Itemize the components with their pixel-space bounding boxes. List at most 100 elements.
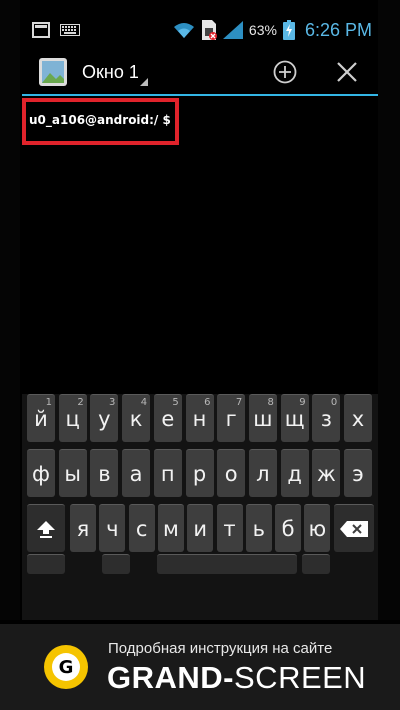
keyboard-row-2: фывапролджэ xyxy=(22,449,378,499)
bottom-row-key[interactable] xyxy=(102,554,130,574)
banner-caption: Подробная инструкция на сайте xyxy=(108,640,333,657)
shift-key[interactable] xyxy=(27,504,65,552)
key-1-10[interactable]: э xyxy=(344,449,372,497)
key-2-5[interactable]: т xyxy=(216,504,243,552)
brand-bold-part: GRAND- xyxy=(107,660,234,695)
key-0-2[interactable]: у3 xyxy=(90,394,119,442)
brand-regular-part: SCREEN xyxy=(234,660,367,695)
key-hint: 7 xyxy=(235,397,243,408)
key-0-0[interactable]: й1 xyxy=(27,394,55,442)
prompt-highlight-box: u0_a106@android:/ $ xyxy=(22,98,179,145)
key-0-7[interactable]: ш8 xyxy=(248,394,277,442)
bottom-row-key[interactable] xyxy=(302,554,330,574)
key-label: ц xyxy=(65,406,80,431)
key-label: у xyxy=(98,406,111,431)
key-hint: 4 xyxy=(140,397,148,408)
key-hint: 0 xyxy=(330,397,338,408)
key-label: ч xyxy=(106,516,119,541)
key-label: з xyxy=(320,406,332,431)
key-1-1[interactable]: ы xyxy=(58,449,87,497)
screen-edge-right xyxy=(378,0,400,620)
key-1-8[interactable]: д xyxy=(280,449,309,497)
dropdown-corner-icon[interactable] xyxy=(140,78,148,86)
battery-charging-icon xyxy=(282,20,295,40)
action-bar: Окно 1 xyxy=(22,50,378,96)
phone-screen: 63% 6:26 PM Окно 1 u0_a106@android:/ $ й… xyxy=(0,0,400,710)
add-window-icon[interactable] xyxy=(272,59,298,85)
key-2-2[interactable]: с xyxy=(128,504,155,552)
key-label: т xyxy=(223,516,236,541)
key-1-9[interactable]: ж xyxy=(312,449,341,497)
key-hint: 2 xyxy=(77,397,84,408)
logo-letter: G xyxy=(52,653,80,681)
wifi-icon xyxy=(173,21,195,39)
key-1-6[interactable]: о xyxy=(217,449,246,497)
key-1-7[interactable]: л xyxy=(248,449,277,497)
key-label: а xyxy=(129,461,143,486)
key-2-1[interactable]: ч xyxy=(99,504,126,552)
grand-screen-logo-icon: G xyxy=(44,645,88,689)
bottom-row-key[interactable] xyxy=(157,554,297,574)
on-screen-keyboard: й1ц2у3к4е5н6г7ш8щ9з0х фывапролджэ ячсмит… xyxy=(22,394,378,620)
screenshot-icon xyxy=(32,22,50,38)
key-0-8[interactable]: щ9 xyxy=(280,394,309,442)
keyboard-row-3: ячсмитьбю xyxy=(22,504,378,554)
key-0-3[interactable]: к4 xyxy=(122,394,151,442)
key-label: ю xyxy=(308,516,327,541)
battery-percent: 63% xyxy=(248,22,277,38)
shift-icon xyxy=(37,520,55,538)
no-sim-icon xyxy=(201,19,217,41)
key-2-4[interactable]: и xyxy=(187,504,214,552)
terminal-output[interactable]: u0_a106@android:/ $ xyxy=(22,98,378,390)
keyboard-row-1: й1ц2у3к4е5н6г7ш8щ9з0х xyxy=(22,394,378,444)
key-label: с xyxy=(135,516,148,541)
key-2-8[interactable]: ю xyxy=(304,504,331,552)
clock: 6:26 PM xyxy=(304,19,372,40)
key-label: н xyxy=(192,406,207,431)
key-2-3[interactable]: м xyxy=(157,504,184,552)
key-0-10[interactable]: х xyxy=(344,394,372,442)
window-title[interactable]: Окно 1 xyxy=(82,62,139,83)
status-left-icons xyxy=(22,22,80,38)
key-label: г xyxy=(225,406,237,431)
keyboard-row-4 xyxy=(22,554,378,604)
status-right-icons: 63% 6:26 PM xyxy=(173,19,378,41)
key-label: ь xyxy=(252,516,265,541)
key-1-0[interactable]: ф xyxy=(27,449,55,497)
key-label: и xyxy=(193,516,208,541)
key-hint: 5 xyxy=(172,397,179,408)
key-0-1[interactable]: ц2 xyxy=(58,394,87,442)
key-2-6[interactable]: ь xyxy=(245,504,272,552)
key-label: м xyxy=(162,516,179,541)
key-label: в xyxy=(98,461,111,486)
key-0-9[interactable]: з0 xyxy=(312,394,341,442)
watermark-banner: G Подробная инструкция на сайте GRAND-SC… xyxy=(0,624,400,710)
key-hint: 3 xyxy=(109,397,116,408)
key-1-3[interactable]: а xyxy=(122,449,151,497)
key-label: к xyxy=(129,406,143,431)
bottom-row-key[interactable] xyxy=(27,554,65,574)
key-0-5[interactable]: н6 xyxy=(185,394,214,442)
key-label: х xyxy=(351,406,365,431)
key-label: б xyxy=(281,516,295,541)
key-2-7[interactable]: б xyxy=(275,504,302,552)
key-1-5[interactable]: р xyxy=(185,449,214,497)
signal-icon xyxy=(222,21,243,39)
backspace-key[interactable] xyxy=(334,504,374,552)
shell-prompt: u0_a106@android:/ $ xyxy=(29,113,171,127)
terminal-app-icon xyxy=(39,58,67,86)
key-1-2[interactable]: в xyxy=(90,449,119,497)
key-1-4[interactable]: п xyxy=(153,449,182,497)
key-label: л xyxy=(256,461,270,486)
key-hint: 1 xyxy=(45,397,52,408)
status-bar: 63% 6:26 PM xyxy=(22,14,378,46)
key-label: й xyxy=(34,406,48,431)
close-window-icon[interactable] xyxy=(334,59,360,85)
key-0-4[interactable]: е5 xyxy=(153,394,182,442)
key-label: о xyxy=(224,461,238,486)
key-hint: 9 xyxy=(299,397,306,408)
key-label: д xyxy=(287,461,302,486)
key-0-6[interactable]: г7 xyxy=(217,394,246,442)
key-2-0[interactable]: я xyxy=(70,504,96,552)
key-label: ш xyxy=(253,406,273,431)
